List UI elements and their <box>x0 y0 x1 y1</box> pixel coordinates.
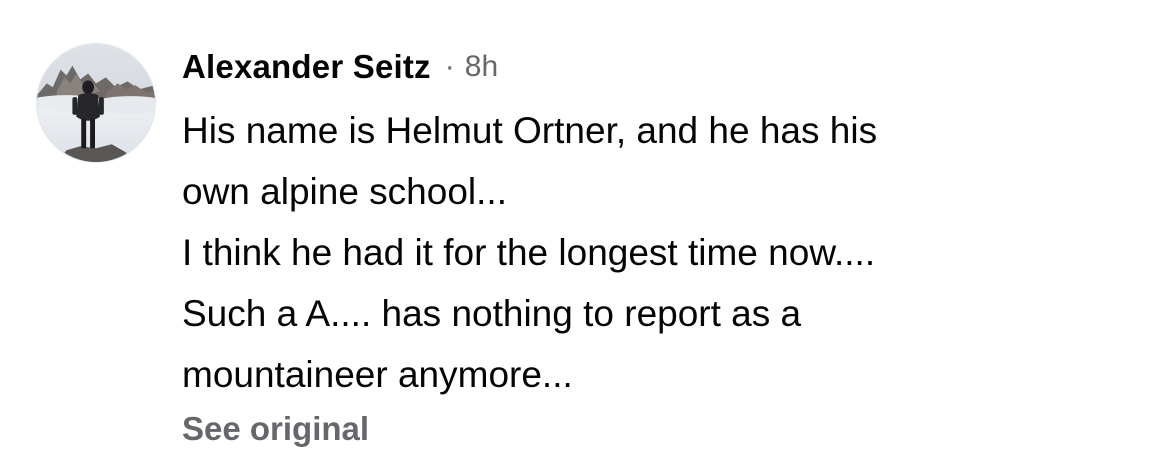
comment-text: His name is Helmut Ortner, and he has hi… <box>182 100 1142 405</box>
comment-line: His name is Helmut Ortner, and he has hi… <box>182 110 878 151</box>
avatar[interactable] <box>36 43 156 163</box>
comment: Alexander Seitz · 8h His name is Helmut … <box>0 0 1170 451</box>
see-original-link[interactable]: See original <box>182 410 369 448</box>
comment-header: Alexander Seitz · 8h <box>182 45 498 89</box>
separator-dot: · <box>444 50 455 83</box>
avatar-photo-icon <box>37 44 155 162</box>
comment-line: Such a A.... has nothing to report as a <box>182 293 802 334</box>
author-name[interactable]: Alexander Seitz <box>182 48 431 86</box>
comment-line: own alpine school... <box>182 171 507 212</box>
comment-line: I think he had it for the longest time n… <box>182 232 876 273</box>
comment-line: mountaineer anymore... <box>182 354 573 395</box>
timestamp[interactable]: 8h <box>465 50 498 84</box>
